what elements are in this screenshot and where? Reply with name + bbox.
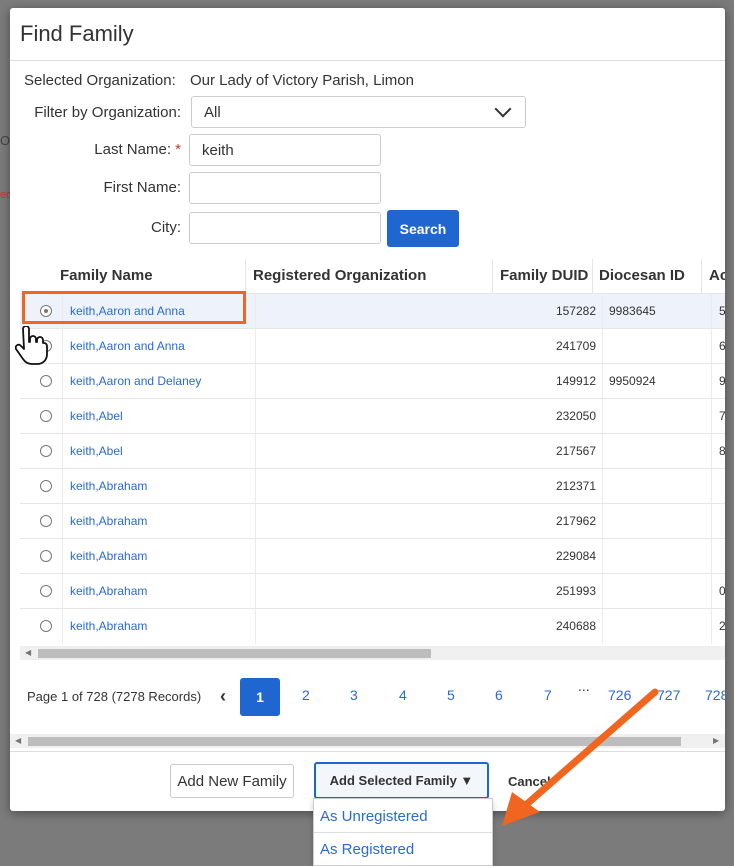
row-select-radio[interactable]	[40, 305, 52, 317]
table-row[interactable]: keith,Abraham 240688 276	[20, 608, 725, 644]
filter-org-value: All	[204, 103, 221, 121]
family-duid-cell: 251993	[555, 584, 596, 598]
family-duid-cell: 229084	[555, 549, 596, 563]
column-header-diocesan-id[interactable]: Diocesan ID	[599, 267, 685, 284]
last-name-label: Last Name: *	[94, 141, 181, 158]
family-duid-cell: 232050	[555, 409, 596, 423]
page-5-button[interactable]: 5	[447, 687, 455, 703]
add-selected-family-menu: As Unregistered As Registered	[313, 798, 493, 866]
family-name-link[interactable]: keith,Abraham	[70, 479, 147, 493]
extra-cell: 276	[719, 619, 725, 633]
last-name-input[interactable]	[189, 134, 381, 166]
row-select-radio[interactable]	[40, 515, 52, 527]
column-header-family-name[interactable]: Family Name	[60, 267, 153, 284]
extra-cell: 767	[719, 409, 725, 423]
city-label: City:	[151, 219, 181, 236]
family-name-link[interactable]: keith,Abraham	[70, 514, 147, 528]
scroll-left-icon[interactable]: ◀	[25, 648, 31, 657]
backdrop-text: O	[0, 133, 11, 148]
table-row[interactable]: keith,Abraham 212371	[20, 468, 725, 504]
scroll-left-icon[interactable]: ◀	[15, 736, 21, 745]
page-728-button[interactable]: 728	[705, 687, 725, 703]
column-header-family-duid[interactable]: Family DUID	[500, 267, 588, 284]
extra-cell: 537	[719, 304, 725, 318]
page-3-button[interactable]: 3	[350, 687, 358, 703]
row-select-radio[interactable]	[40, 550, 52, 562]
add-new-family-button[interactable]: Add New Family	[170, 764, 294, 798]
first-name-input[interactable]	[189, 172, 381, 204]
page-1-button[interactable]: 1	[240, 678, 280, 716]
diocesan-id-cell: 9950924	[609, 374, 656, 388]
table-row[interactable]: keith,Abel 217567 879	[20, 433, 725, 469]
family-name-link[interactable]: keith,Abraham	[70, 584, 147, 598]
menu-item-as-unregistered[interactable]: As Unregistered	[320, 808, 428, 825]
family-name-link[interactable]: keith,Aaron and Delaney	[70, 374, 201, 388]
selected-org-value: Our Lady of Victory Parish, Limon	[190, 72, 414, 89]
menu-item-as-registered[interactable]: As Registered	[320, 841, 414, 858]
table-row[interactable]: keith,Abraham 217962	[20, 503, 725, 539]
table-row[interactable]: keith,Abraham 229084	[20, 538, 725, 574]
family-duid-cell: 240688	[555, 619, 596, 633]
family-name-link[interactable]: keith,Aaron and Anna	[70, 304, 185, 318]
family-duid-cell: 212371	[555, 479, 596, 493]
row-select-radio[interactable]	[40, 480, 52, 492]
row-select-radio[interactable]	[40, 375, 52, 387]
table-row[interactable]: keith,Aaron and Delaney 149912 9950924 948	[20, 363, 725, 399]
table-row[interactable]: keith,Abraham 251993 09	[20, 573, 725, 609]
row-select-radio[interactable]	[40, 410, 52, 422]
grid-horizontal-scrollbar[interactable]: ◀	[20, 646, 725, 660]
family-name-link[interactable]: keith,Abraham	[70, 619, 147, 633]
table-row[interactable]: keith,Abel 232050 767	[20, 398, 725, 434]
grid-header: Family Name Registered Organization Fami…	[20, 259, 725, 293]
family-duid-cell: 217962	[555, 514, 596, 528]
column-header-registered-org[interactable]: Registered Organization	[253, 267, 426, 284]
row-select-radio[interactable]	[40, 445, 52, 457]
family-name-link[interactable]: keith,Abel	[70, 444, 123, 458]
chevron-down-icon	[494, 100, 512, 118]
scrollbar-thumb[interactable]	[38, 649, 431, 658]
row-select-radio[interactable]	[40, 620, 52, 632]
family-name-link[interactable]: keith,Abel	[70, 409, 123, 423]
filter-org-select[interactable]: All	[191, 96, 526, 128]
diocesan-id-cell: 9983645	[609, 304, 656, 318]
scroll-right-icon[interactable]: ▶	[713, 736, 719, 745]
extra-cell: 948	[719, 374, 725, 388]
table-row[interactable]: keith,Aaron and Anna 157282 9983645 537	[20, 293, 725, 329]
family-name-link[interactable]: keith,Abraham	[70, 549, 147, 563]
annotation-arrow-icon	[502, 688, 659, 826]
page-2-button[interactable]: 2	[302, 687, 310, 703]
family-duid-cell: 149912	[555, 374, 596, 388]
table-row[interactable]: keith,Aaron and Anna 241709 666	[20, 328, 725, 364]
search-button[interactable]: Search	[387, 210, 459, 247]
extra-cell: 879	[719, 444, 725, 458]
family-results-grid: Family Name Registered Organization Fami…	[20, 259, 725, 669]
dialog-title: Find Family	[20, 21, 134, 46]
family-duid-cell: 157282	[555, 304, 596, 318]
family-duid-cell: 241709	[555, 339, 596, 353]
dialog-header: Find Family	[10, 8, 725, 61]
filter-org-label: Filter by Organization:	[34, 104, 181, 121]
first-name-label: First Name:	[103, 179, 181, 196]
required-mark: *	[175, 141, 181, 158]
family-name-link[interactable]: keith,Aaron and Anna	[70, 339, 185, 353]
row-select-radio[interactable]	[40, 585, 52, 597]
hand-cursor-icon	[15, 326, 48, 365]
extra-cell: 09	[719, 584, 725, 598]
chevron-left-icon[interactable]: ‹	[220, 686, 226, 707]
family-duid-cell: 217567	[555, 444, 596, 458]
page-4-button[interactable]: 4	[399, 687, 407, 703]
add-selected-family-button[interactable]: Add Selected Family ▼	[314, 762, 489, 799]
column-header-ac[interactable]: Ac	[709, 267, 725, 284]
page-info: Page 1 of 728 (7278 Records)	[27, 689, 202, 704]
city-input[interactable]	[189, 212, 381, 244]
selected-org-label: Selected Organization:	[24, 72, 176, 89]
extra-cell: 666	[719, 339, 725, 353]
